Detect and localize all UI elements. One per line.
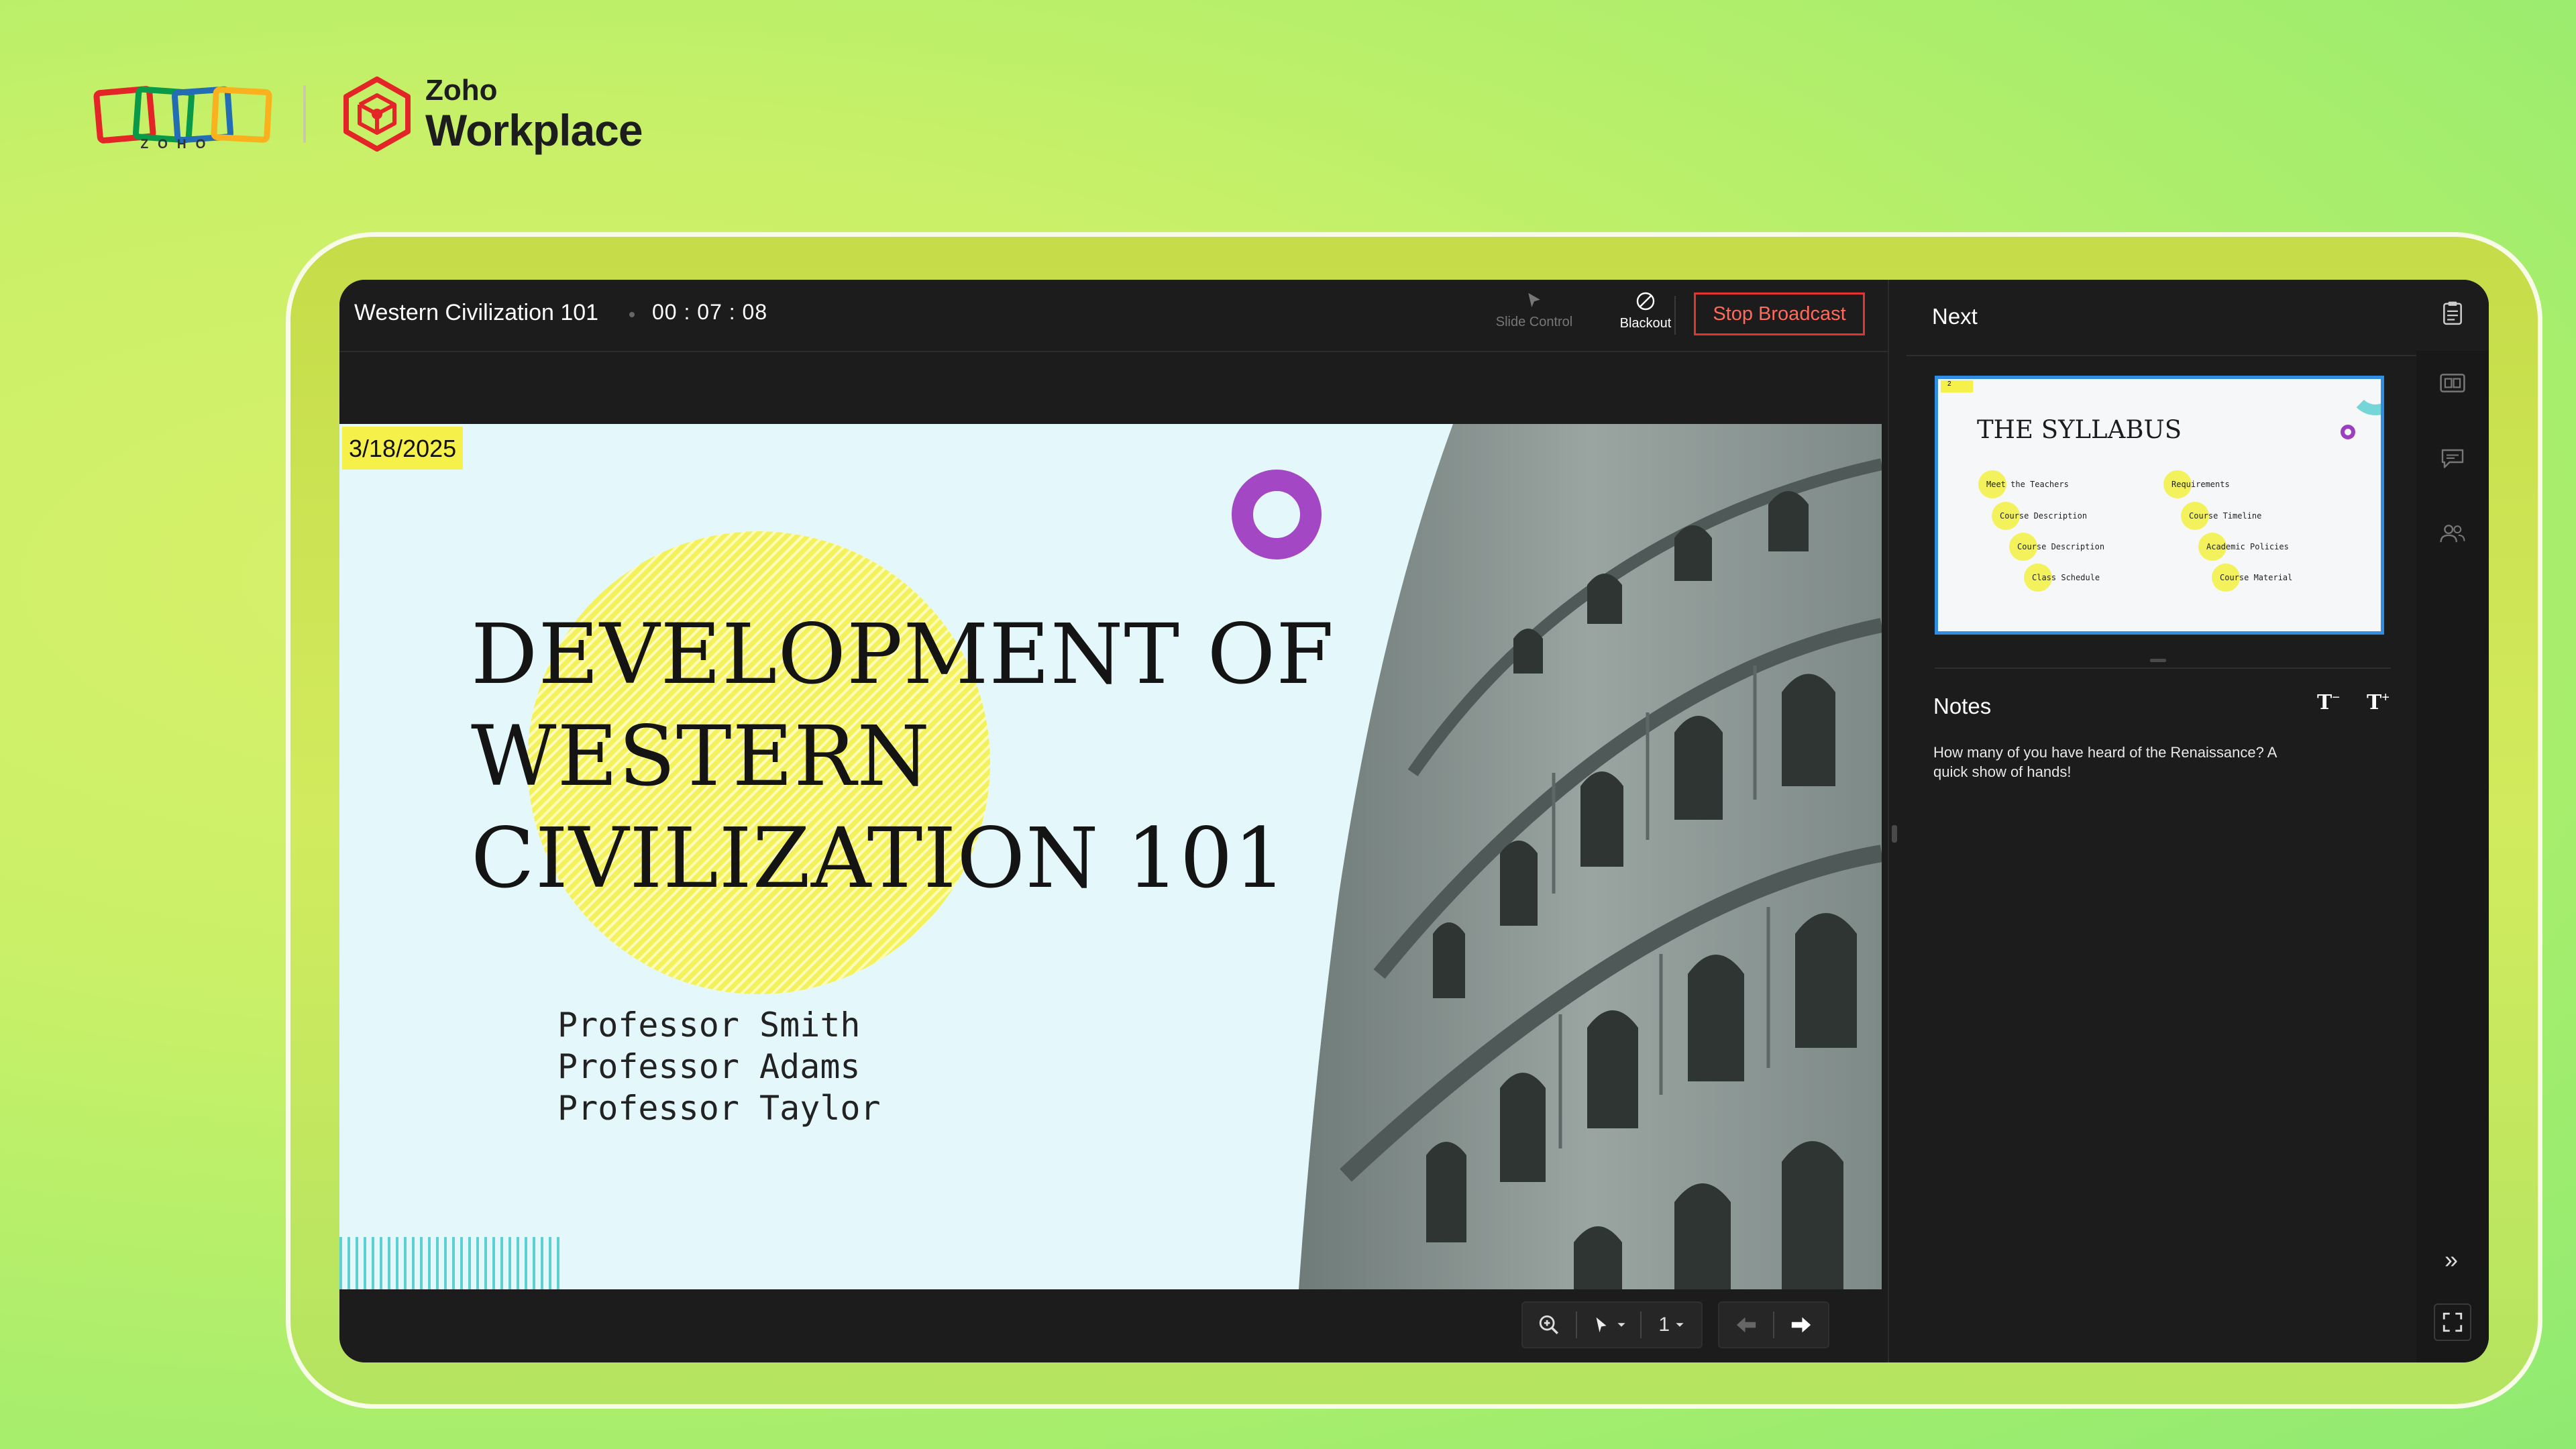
cursor-arrow-icon [1528, 292, 1540, 307]
thumbnail-item: Course Material [2211, 564, 2293, 592]
next-slide-heading: Next [1932, 304, 1978, 329]
deck-title: Western Civilization 101 [354, 300, 599, 325]
panel-divider-line [1907, 355, 2416, 356]
thumbnail-item: Meet the Teachers [1978, 470, 2069, 498]
previous-slide-button[interactable] [1719, 1301, 1773, 1348]
slide-title: DEVELOPMENT OF WESTERN CIVILIZATION 101 [471, 606, 1335, 907]
thumbnail-purple-ring [2341, 425, 2355, 439]
zoom-in-icon [1540, 1315, 1559, 1334]
thumbnail-content: 2 THE SYLLABUS Meet the Teachers Course … [1938, 379, 2381, 631]
thumbnail-item: Class Schedule [2023, 564, 2100, 592]
tool-controls: 1 [1521, 1301, 1703, 1348]
thumbnail-resize-handle[interactable] [2150, 659, 2166, 662]
brand-header: ZOHO Zoho Workplace [93, 70, 643, 158]
arrow-right-icon [1791, 1317, 1811, 1333]
participants-panel-button[interactable] [2439, 520, 2466, 547]
thumbnail-item: Course Timeline [2180, 502, 2262, 530]
expand-panel-button[interactable]: » [2445, 1246, 2458, 1274]
fullscreen-button[interactable] [2434, 1303, 2471, 1341]
page-number-dropdown[interactable]: 1 [1642, 1301, 1701, 1348]
zoho-logo: ZOHO [93, 73, 273, 155]
thumbnail-item: Academic Policies [2198, 533, 2289, 561]
title-separator-dot [629, 312, 635, 317]
presenter-toolbar: Western Civilization 101 00 : 07 : 08 Sl… [339, 280, 1888, 352]
zoom-in-button[interactable] [1523, 1301, 1576, 1348]
increase-font-button[interactable]: T+ [2367, 690, 2390, 714]
blackout-label: Blackout [1619, 316, 1672, 331]
notes-panel-button[interactable] [2439, 300, 2466, 327]
slide-control-button[interactable]: Slide Control [1484, 290, 1585, 330]
rail-header [2416, 280, 2489, 351]
double-chevron-right-icon: » [2445, 1246, 2459, 1273]
chat-panel-button[interactable] [2439, 445, 2466, 472]
professor-name: Professor Taylor [557, 1089, 881, 1128]
thumbnail-item: Course Description [1991, 502, 2088, 530]
panel-divider-line [1935, 667, 2391, 669]
slide-control-label: Slide Control [1495, 315, 1573, 329]
slides-icon [2440, 374, 2465, 392]
next-slide-thumbnail[interactable]: 2 THE SYLLABUS Meet the Teachers Course … [1935, 376, 2384, 635]
panel-divider [1888, 280, 1889, 1362]
presenter-side-panel: Next 2 THE SYLLABUS Meet the Teachers Co… [1907, 280, 2416, 1362]
blackout-icon [1636, 292, 1655, 311]
thumbnail-cyan-arc [2349, 379, 2381, 415]
page-number: 1 [1658, 1313, 1670, 1336]
blackout-button[interactable]: Blackout [1595, 290, 1696, 331]
notes-heading: Notes [1933, 694, 1992, 718]
zoho-wordmark: ZOHO [140, 138, 215, 152]
presenter-window: Western Civilization 101 00 : 07 : 08 Sl… [339, 280, 2489, 1362]
decrease-font-button[interactable]: T− [2317, 690, 2340, 714]
chevron-down-icon [1617, 1323, 1625, 1327]
professor-name: Professor Smith [557, 1006, 861, 1044]
thumbnail-item: Course Description [2008, 533, 2105, 561]
decrease-font-sign: − [2332, 690, 2341, 705]
workplace-zoho-label: Zoho [425, 74, 498, 107]
professor-list: Professor Smith Professor Adams Professo… [557, 1004, 881, 1129]
toolbar-divider [1674, 296, 1676, 335]
increase-font-icon: T [2367, 691, 2382, 714]
pointer-tool-dropdown[interactable] [1577, 1301, 1641, 1348]
side-rail [2416, 351, 2489, 1362]
next-slide-button[interactable] [1774, 1301, 1828, 1348]
colosseum-image [1299, 424, 1882, 1289]
logo-square-yellow [210, 86, 273, 144]
pointer-icon [1596, 1317, 1607, 1333]
elapsed-timer: 00 : 07 : 08 [652, 300, 768, 324]
current-slide: 3/18/2025 DEVELOPMENT OF WESTERN CIVILIZ… [339, 424, 1882, 1289]
thumbnail-item: Requirements [2163, 470, 2230, 498]
panel-resize-handle[interactable] [1892, 825, 1897, 843]
chat-icon [2441, 449, 2464, 468]
slide-date: 3/18/2025 [342, 427, 464, 470]
brand-divider [303, 85, 306, 143]
thumbnail-slide-number: 2 [1941, 380, 1973, 392]
chevron-down-icon [1676, 1323, 1684, 1327]
arrow-left-icon [1736, 1317, 1756, 1333]
fullscreen-icon [2443, 1312, 2463, 1332]
notes-icon [2443, 301, 2462, 325]
slide-nav-arrows [1718, 1301, 1829, 1348]
workplace-cube-icon [343, 76, 411, 152]
thumbnail-title: THE SYLLABUS [1977, 415, 2182, 444]
professor-name: Professor Adams [557, 1047, 861, 1086]
slides-panel-button[interactable] [2439, 370, 2466, 396]
stop-broadcast-button[interactable]: Stop Broadcast [1694, 292, 1865, 335]
workplace-label: Workplace [425, 105, 643, 155]
increase-font-sign: + [2381, 690, 2390, 705]
participants-icon [2440, 525, 2465, 543]
cyan-stripes-decoration [339, 1237, 561, 1289]
decrease-font-icon: T [2317, 691, 2332, 714]
slide-navigation-bar: 1 [339, 1289, 1888, 1362]
speaker-notes: How many of you have heard of the Renais… [1933, 744, 2277, 780]
workplace-wordmark: Zoho Workplace [425, 74, 643, 155]
